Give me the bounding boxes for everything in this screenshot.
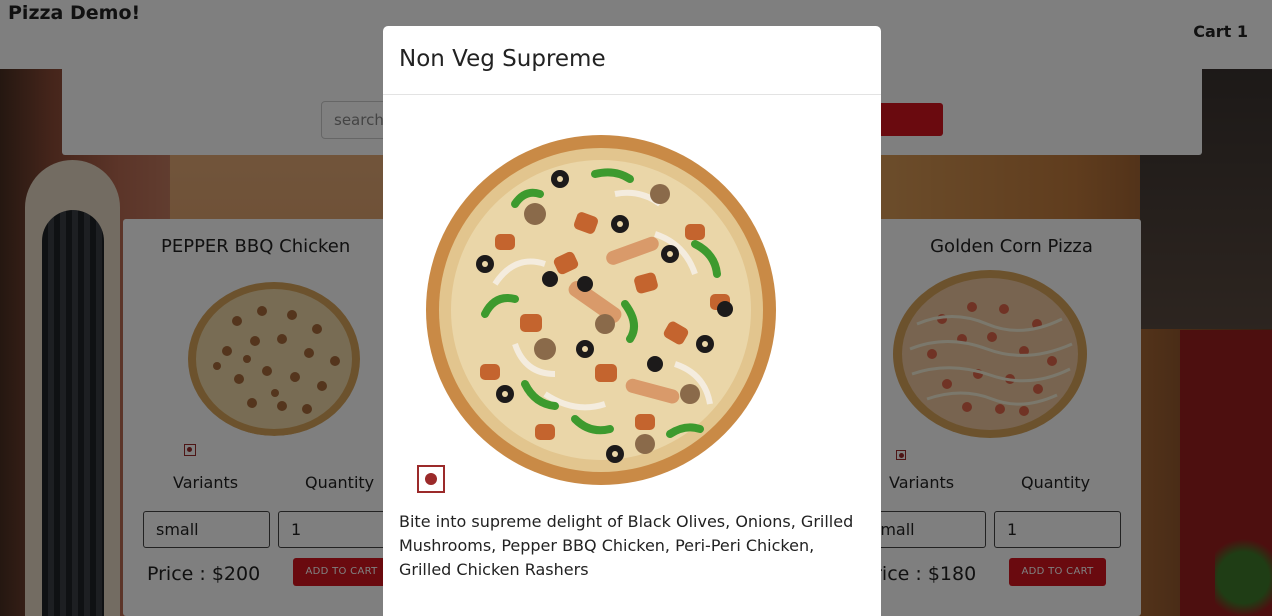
pizza-image: [426, 135, 776, 485]
modal-header: Non Veg Supreme: [383, 26, 881, 95]
modal-title: Non Veg Supreme: [399, 46, 606, 72]
non-veg-mark-icon: [417, 465, 445, 493]
modal-description: Bite into supreme delight of Black Olive…: [399, 512, 854, 579]
pizza-detail-modal: Non Veg Supreme Bite into supreme deligh…: [383, 26, 881, 616]
